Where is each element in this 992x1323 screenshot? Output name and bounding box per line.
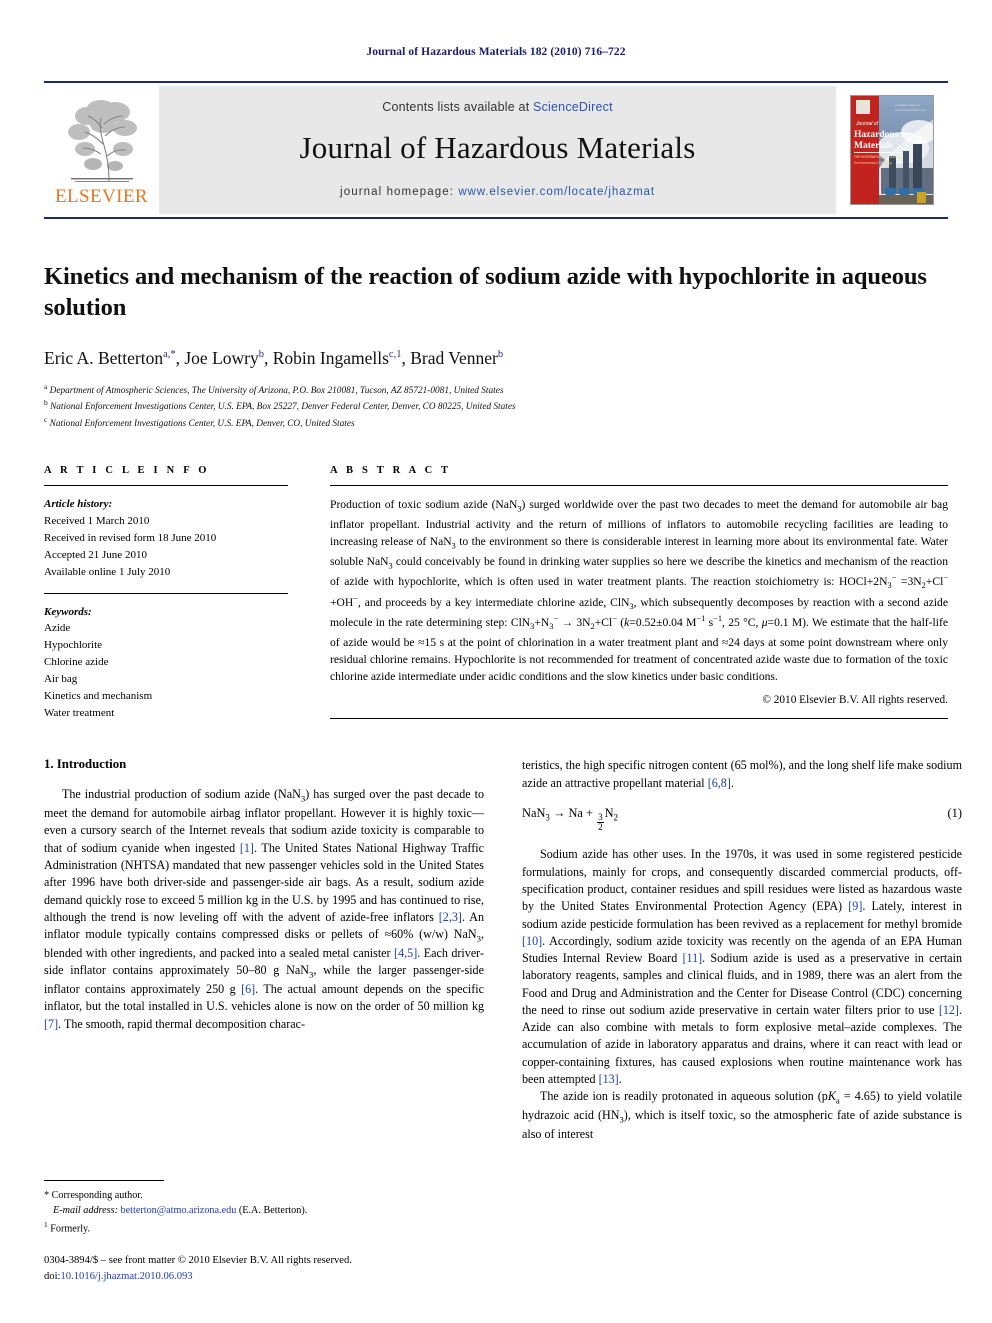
body-columns: 1. Introduction The industrial productio… — [44, 757, 962, 1143]
affiliation-text-a: Department of Atmospheric Sciences, The … — [49, 385, 504, 396]
affiliation-mark-c: c — [44, 414, 48, 424]
formerly-text: Formerly. — [50, 1222, 91, 1234]
email-note: E-mail address: betterton@atmo.arizona.e… — [44, 1203, 484, 1218]
formerly-note: 1 Formerly. — [44, 1219, 484, 1237]
affiliation-text-b: National Enforcement Investigations Cent… — [50, 402, 516, 413]
abstract-column: A B S T R A C T Production of toxic sodi… — [330, 465, 948, 721]
keyword-item: Chlorine azide — [44, 656, 109, 669]
doi-line: doi:10.1016/j.jhazmat.2010.06.093 — [44, 1269, 484, 1285]
affiliation-c: c National Enforcement Investigations Ce… — [44, 415, 948, 432]
body-column-right: teristics, the high specific nitrogen co… — [522, 757, 962, 1143]
elsevier-tree-icon — [64, 94, 139, 186]
running-head: Journal of Hazardous Materials 182 (2010… — [366, 46, 626, 58]
corresponding-author-text: * Corresponding author. — [44, 1189, 143, 1201]
affiliation-b: b National Enforcement Investigations Ce… — [44, 398, 948, 415]
publisher-logo: ELSEVIER — [44, 86, 159, 214]
email-link[interactable]: betterton@atmo.arizona.edu — [121, 1205, 237, 1216]
history-item: Available online 1 July 2010 — [44, 565, 171, 578]
keyword-item: Water treatment — [44, 706, 115, 719]
svg-text:THE INTERNATIONAL JOURNAL: THE INTERNATIONAL JOURNAL — [854, 155, 902, 159]
article-info-column: A R T I C L E I N F O Article history: R… — [44, 465, 288, 721]
affiliation-a: a Department of Atmospheric Sciences, Th… — [44, 382, 948, 399]
journal-cover-thumbnail: Journal of Hazardous Materials THE INTER… — [850, 95, 934, 205]
article-info-abstract-block: A R T I C L E I N F O Article history: R… — [44, 465, 948, 721]
keyword-item: Azide — [44, 622, 71, 635]
sciencedirect-link[interactable]: ScienceDirect — [533, 100, 613, 114]
article-history-label: Article history: — [44, 498, 113, 511]
masthead-bottom-rule — [44, 217, 948, 219]
abstract-heading: A B S T R A C T — [330, 465, 452, 477]
svg-text:Environmental Chemistry: Environmental Chemistry — [854, 161, 892, 165]
affiliation-mark-b: b — [44, 398, 48, 408]
paragraph: The azide ion is readily protonated in a… — [522, 1089, 962, 1142]
journal-title: Journal of Hazardous Materials — [299, 130, 696, 165]
masthead-center: Contents lists available at ScienceDirec… — [159, 86, 836, 214]
page-title: Kinetics and mechanism of the reaction o… — [44, 263, 927, 322]
svg-text:Available online at: Available online at — [895, 103, 919, 107]
article-history: Article history: Received 1 March 2010 R… — [44, 496, 288, 580]
affiliation-mark-a: a — [44, 381, 48, 391]
abstract-copyright: © 2010 Elsevier B.V. All rights reserved… — [762, 693, 948, 706]
svg-text:Hazardous: Hazardous — [854, 130, 899, 140]
abstract-rule — [330, 485, 948, 487]
abstract-bottom-rule — [330, 717, 948, 719]
section-heading-introduction: 1. Introduction — [44, 757, 127, 772]
email-suffix: (E.A. Betterton). — [238, 1205, 308, 1217]
keywords-label: Keywords: — [44, 605, 92, 618]
article-info-heading: A R T I C L E I N F O — [44, 465, 210, 477]
corresponding-author-note: * Corresponding author. E-mail address: … — [44, 1188, 484, 1236]
keywords-rule — [44, 592, 288, 594]
doi-link[interactable]: 10.1016/j.jhazmat.2010.06.093 — [60, 1271, 192, 1282]
paragraph: Sodium azide has other uses. In the 1970… — [522, 847, 962, 1087]
abstract-text: Production of toxic sodium azide (NaN3) … — [330, 498, 949, 683]
svg-text:www.sciencedirect.com: www.sciencedirect.com — [895, 108, 927, 112]
history-item: Received 1 March 2010 — [44, 515, 150, 528]
formerly-marker: 1 — [44, 1219, 48, 1229]
journal-masthead: ELSEVIER Contents lists available at Sci… — [44, 86, 948, 214]
paragraph: The industrial production of sodium azid… — [44, 787, 484, 1031]
homepage-url-link[interactable]: www.elsevier.com/locate/jhazmat — [458, 186, 655, 198]
keyword-list: Keywords: Azide Hypochlorite Chlorine az… — [44, 604, 288, 722]
paper-page: Journal of Hazardous Materials 182 (2010… — [0, 0, 992, 1323]
homepage-label: journal homepage: — [340, 186, 455, 198]
footnote-rule — [44, 1179, 164, 1181]
svg-text:Journal of: Journal of — [855, 121, 879, 127]
body-column-left: 1. Introduction The industrial productio… — [44, 757, 484, 1143]
doi-label: doi: — [44, 1271, 61, 1283]
footnote-block: * Corresponding author. E-mail address: … — [44, 1179, 484, 1285]
email-label: E-mail address: — [53, 1205, 118, 1217]
keyword-item: Kinetics and mechanism — [44, 689, 153, 702]
equation-1: NaN3 → Na + 3 2 N2 (1) — [522, 806, 962, 832]
history-item: Received in revised form 18 June 2010 — [44, 532, 217, 545]
paragraph: teristics, the high specific nitrogen co… — [522, 758, 962, 790]
journal-cover-container: Journal of Hazardous Materials THE INTER… — [836, 86, 948, 214]
contents-available-line: Contents lists available at ScienceDirec… — [382, 100, 613, 114]
journal-homepage-line: journal homepage: www.elsevier.com/locat… — [340, 186, 655, 198]
equation-1-body: NaN3 → Na + 3 2 N2 — [522, 805, 618, 833]
affiliation-list: a Department of Atmospheric Sciences, Th… — [44, 382, 948, 432]
author-list: Eric A. Bettertona,*, Joe Lowryb, Robin … — [44, 347, 504, 368]
history-item: Accepted 21 June 2010 — [44, 548, 147, 561]
svg-text:Materials: Materials — [854, 141, 893, 151]
keyword-item: Hypochlorite — [44, 639, 103, 652]
keyword-item: Air bag — [44, 672, 78, 685]
article-info-rule — [44, 485, 288, 487]
affiliation-text-c: National Enforcement Investigations Cent… — [49, 418, 355, 429]
imprint-block: 0304-3894/$ – see front matter © 2010 El… — [44, 1253, 484, 1285]
masthead-top-rule — [44, 81, 948, 83]
front-matter-line: 0304-3894/$ – see front matter © 2010 El… — [44, 1255, 352, 1267]
elsevier-wordmark: ELSEVIER — [55, 186, 148, 207]
equation-1-number: (1) — [947, 805, 962, 820]
contents-prefix: Contents lists available at — [382, 100, 534, 114]
